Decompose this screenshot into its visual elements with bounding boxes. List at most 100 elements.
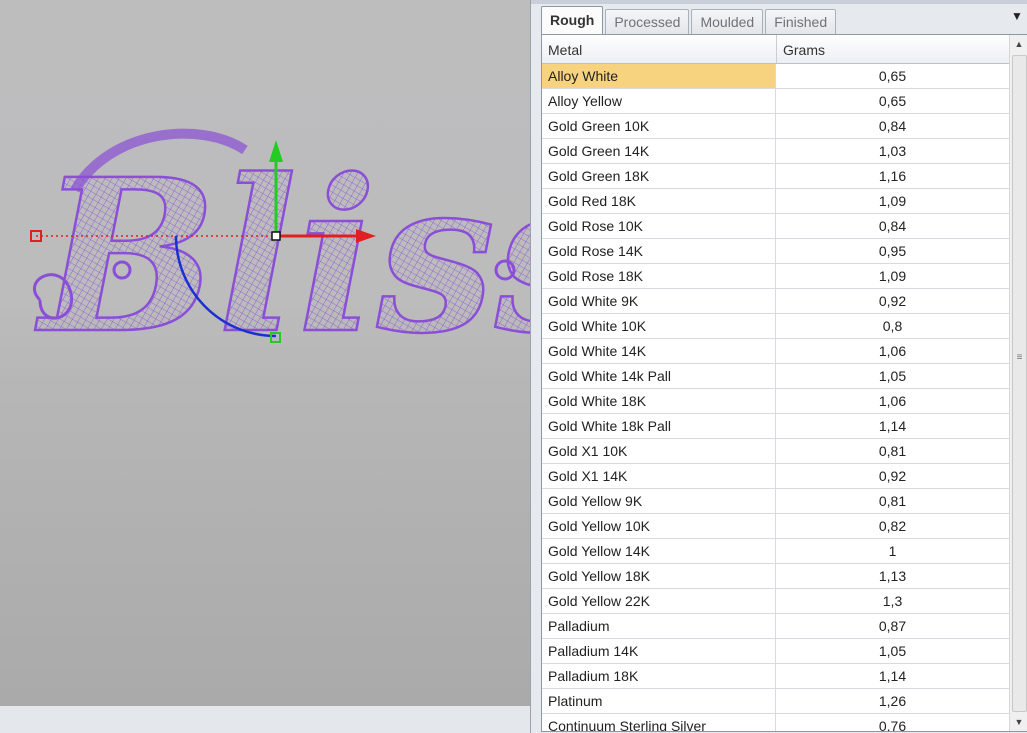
table-row[interactable]: Gold Rose 10K 0,84	[542, 214, 1010, 239]
metal-cell[interactable]: Gold White 18K	[542, 389, 776, 413]
grams-cell[interactable]: 0,76	[776, 714, 1010, 731]
metal-cell[interactable]: Gold Yellow 14K	[542, 539, 776, 563]
metal-cell[interactable]: Gold White 10K	[542, 314, 776, 338]
metal-cell[interactable]: Gold Rose 14K	[542, 239, 776, 263]
table-row[interactable]: Gold Red 18K 1,09	[542, 189, 1010, 214]
grams-cell[interactable]: 1,14	[776, 664, 1010, 688]
metal-cell[interactable]: Palladium	[542, 614, 776, 638]
table-row[interactable]: Alloy Yellow 0,65	[542, 89, 1010, 114]
table-row[interactable]: Gold Rose 14K 0,95	[542, 239, 1010, 264]
grams-cell[interactable]: 1,3	[776, 589, 1010, 613]
grams-cell[interactable]: 1,26	[776, 689, 1010, 713]
metal-cell[interactable]: Gold White 18k Pall	[542, 414, 776, 438]
metal-cell[interactable]: Gold Green 10K	[542, 114, 776, 138]
metal-cell[interactable]: Gold White 9K	[542, 289, 776, 313]
vertical-scrollbar[interactable]: ▲ ≡ ▼	[1009, 35, 1027, 731]
metal-cell[interactable]: Gold Rose 10K	[542, 214, 776, 238]
column-header-metal[interactable]: Metal	[542, 35, 777, 63]
scroll-up-icon[interactable]: ▲	[1010, 35, 1027, 53]
table-row[interactable]: Gold White 14K 1,06	[542, 339, 1010, 364]
metal-cell[interactable]: Gold Red 18K	[542, 189, 776, 213]
metal-cell[interactable]: Gold White 14k Pall	[542, 364, 776, 388]
metal-cell[interactable]: Alloy Yellow	[542, 89, 776, 113]
metal-cell[interactable]: Gold X1 10K	[542, 439, 776, 463]
grams-cell[interactable]: 0,92	[776, 289, 1010, 313]
grams-cell[interactable]: 1,09	[776, 189, 1010, 213]
table-row[interactable]: Gold Yellow 10K 0,82	[542, 514, 1010, 539]
grams-cell[interactable]: 0,84	[776, 214, 1010, 238]
metal-cell[interactable]: Gold Yellow 10K	[542, 514, 776, 538]
grams-cell[interactable]: 0,65	[776, 89, 1010, 113]
grams-cell[interactable]: 0,65	[776, 64, 1010, 88]
table-row[interactable]: Continuum Sterling Silver 0,76	[542, 714, 1010, 731]
metal-weight-panel: Rough Processed Moulded Finished ▼ Metal…	[530, 0, 1027, 733]
grams-cell[interactable]: 1,13	[776, 564, 1010, 588]
table-row[interactable]: Palladium 14K 1,05	[542, 639, 1010, 664]
viewport-3d[interactable]: Bliss	[0, 0, 530, 706]
chevron-down-icon[interactable]: ▼	[1010, 9, 1024, 23]
metal-cell[interactable]: Gold Rose 18K	[542, 264, 776, 288]
grams-cell[interactable]: 0,95	[776, 239, 1010, 263]
table-row[interactable]: Gold X1 10K 0,81	[542, 439, 1010, 464]
table-row[interactable]: Gold White 9K 0,92	[542, 289, 1010, 314]
metal-cell[interactable]: Gold White 14K	[542, 339, 776, 363]
grams-cell[interactable]: 1,06	[776, 389, 1010, 413]
grid-header: Metal Grams	[542, 35, 1027, 64]
column-header-grams[interactable]: Grams	[777, 35, 1012, 63]
scrollbar-thumb[interactable]: ≡	[1012, 55, 1027, 712]
grams-cell[interactable]: 1,05	[776, 364, 1010, 388]
metal-cell[interactable]: Platinum	[542, 689, 776, 713]
grams-cell[interactable]: 0,81	[776, 439, 1010, 463]
grams-cell[interactable]: 0,81	[776, 489, 1010, 513]
grams-cell[interactable]: 1,16	[776, 164, 1010, 188]
gizmo-center[interactable]	[271, 231, 281, 241]
metal-cell[interactable]: Gold X1 14K	[542, 464, 776, 488]
tab-moulded[interactable]: Moulded	[691, 9, 764, 34]
stage-tabs: Rough Processed Moulded Finished	[541, 6, 838, 34]
table-row[interactable]: Gold Yellow 22K 1,3	[542, 589, 1010, 614]
metal-cell[interactable]: Continuum Sterling Silver	[542, 714, 776, 731]
table-row[interactable]: Gold Green 10K 0,84	[542, 114, 1010, 139]
table-row[interactable]: Gold Green 18K 1,16	[542, 164, 1010, 189]
table-row[interactable]: Gold White 18k Pall 1,14	[542, 414, 1010, 439]
grams-cell[interactable]: 1,09	[776, 264, 1010, 288]
grams-cell[interactable]: 1	[776, 539, 1010, 563]
table-row[interactable]: Platinum 1,26	[542, 689, 1010, 714]
table-row[interactable]: Palladium 0,87	[542, 614, 1010, 639]
table-row[interactable]: Gold White 14k Pall 1,05	[542, 364, 1010, 389]
grams-cell[interactable]: 0,92	[776, 464, 1010, 488]
tab-finished[interactable]: Finished	[765, 9, 837, 34]
scroll-down-icon[interactable]: ▼	[1010, 713, 1027, 731]
grams-cell[interactable]: 0,87	[776, 614, 1010, 638]
tab-rough[interactable]: Rough	[541, 6, 604, 34]
metal-cell[interactable]: Palladium 18K	[542, 664, 776, 688]
table-row[interactable]: Gold White 18K 1,06	[542, 389, 1010, 414]
table-row[interactable]: Gold Yellow 18K 1,13	[542, 564, 1010, 589]
table-row[interactable]: Gold Green 14K 1,03	[542, 139, 1010, 164]
grams-cell[interactable]: 0,84	[776, 114, 1010, 138]
grams-cell[interactable]: 1,06	[776, 339, 1010, 363]
bliss-wireframe-model[interactable]: Bliss	[0, 0, 530, 706]
metal-cell[interactable]: Gold Yellow 22K	[542, 589, 776, 613]
table-row[interactable]: Gold White 10K 0,8	[542, 314, 1010, 339]
grams-cell[interactable]: 1,05	[776, 639, 1010, 663]
table-row[interactable]: Alloy White 0,65	[542, 64, 1010, 89]
metal-cell[interactable]: Gold Green 14K	[542, 139, 776, 163]
metal-cell[interactable]: Palladium 14K	[542, 639, 776, 663]
metal-cell[interactable]: Gold Yellow 18K	[542, 564, 776, 588]
table-row[interactable]: Gold Yellow 9K 0,81	[542, 489, 1010, 514]
metal-cell[interactable]: Gold Green 18K	[542, 164, 776, 188]
metal-cell[interactable]: Gold Yellow 9K	[542, 489, 776, 513]
table-row[interactable]: Gold Yellow 14K 1	[542, 539, 1010, 564]
grams-cell[interactable]: 1,14	[776, 414, 1010, 438]
tab-processed[interactable]: Processed	[605, 9, 690, 34]
grams-cell[interactable]: 0,8	[776, 314, 1010, 338]
table-row[interactable]: Palladium 18K 1,14	[542, 664, 1010, 689]
viewport-gutter	[0, 706, 540, 733]
grams-cell[interactable]: 1,03	[776, 139, 1010, 163]
grams-cell[interactable]: 0,82	[776, 514, 1010, 538]
model-lettering: Bliss	[35, 133, 530, 380]
table-row[interactable]: Gold X1 14K 0,92	[542, 464, 1010, 489]
table-row[interactable]: Gold Rose 18K 1,09	[542, 264, 1010, 289]
metal-cell[interactable]: Alloy White	[542, 64, 776, 88]
